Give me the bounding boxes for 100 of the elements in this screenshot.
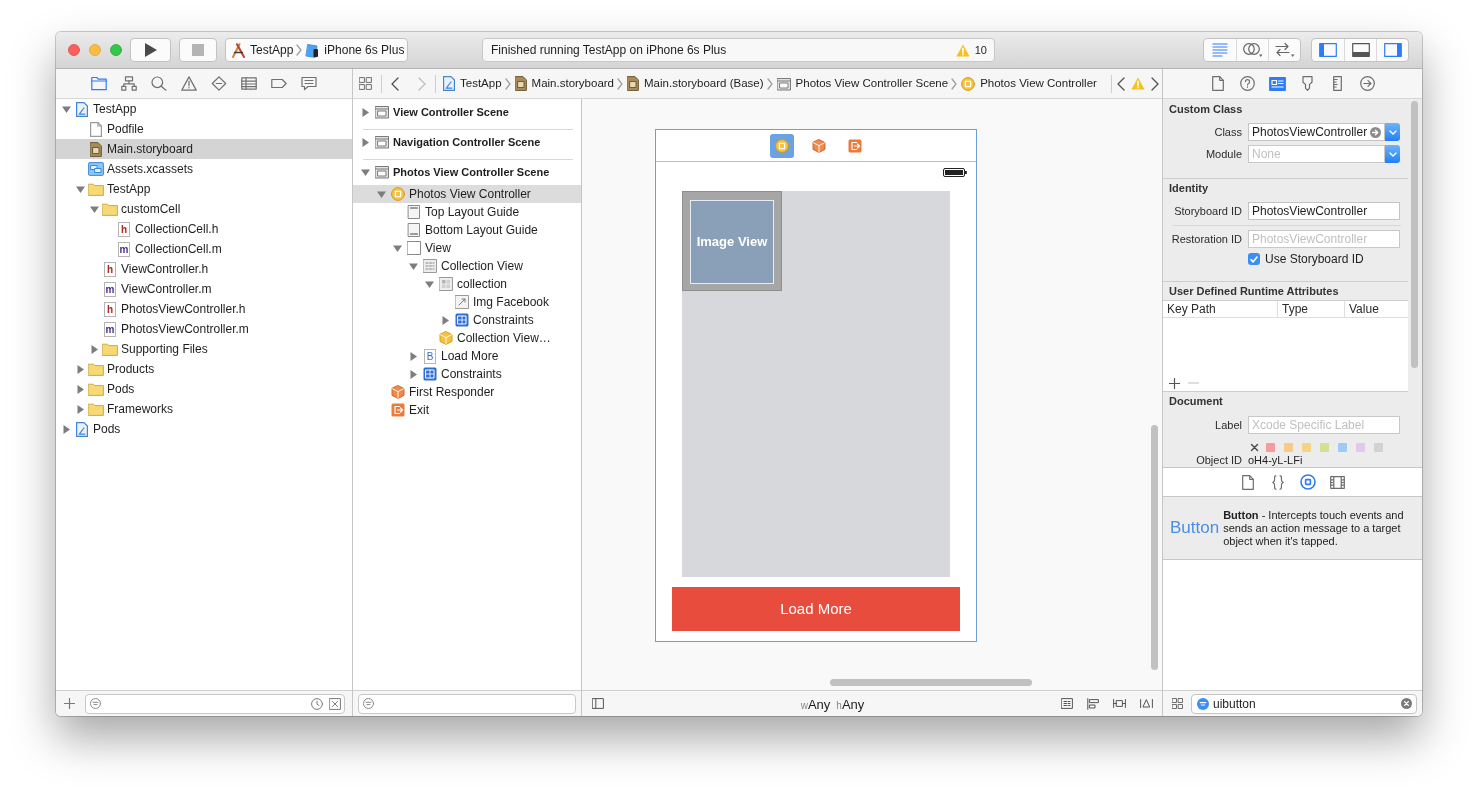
disclosure-triangle-icon[interactable] xyxy=(62,104,71,114)
navigator-item[interactable]: Frameworks xyxy=(56,399,352,419)
checkbox[interactable] xyxy=(1248,253,1260,265)
color-swatch[interactable] xyxy=(1374,443,1383,452)
back-icon[interactable] xyxy=(391,76,399,91)
disclosure-triangle-icon[interactable] xyxy=(409,261,418,271)
scrollbar-thumb[interactable] xyxy=(1151,425,1158,670)
filter-field[interactable] xyxy=(85,693,345,714)
dropdown-button[interactable] xyxy=(1385,145,1400,163)
disclosure-triangle-icon[interactable] xyxy=(361,137,370,147)
outline-item[interactable]: collection xyxy=(353,275,581,293)
id-card-icon[interactable] xyxy=(1269,76,1286,91)
breadcrumb-item[interactable]: Photos View Controller Scene xyxy=(776,74,949,93)
align-icon[interactable] xyxy=(1087,697,1099,710)
plus-icon[interactable] xyxy=(1169,377,1180,389)
breadcrumb-item[interactable]: Main.storyboard xyxy=(514,74,615,93)
ruler-icon[interactable] xyxy=(1333,76,1342,91)
scrollbar-thumb[interactable] xyxy=(830,679,1032,686)
disclosure-triangle-icon[interactable] xyxy=(393,243,402,253)
restoration-id-field[interactable]: PhotosViewController xyxy=(1248,230,1400,248)
scrollbar-thumb[interactable] xyxy=(1411,101,1418,368)
disclosure-triangle-icon[interactable] xyxy=(76,404,85,414)
column-header[interactable]: Value xyxy=(1345,301,1408,317)
close-icon[interactable] xyxy=(68,44,80,56)
navigator-item[interactable]: Pods xyxy=(56,379,352,399)
scene-item[interactable]: Navigation Controller Scene xyxy=(353,132,581,152)
navigator-item[interactable]: h ViewController.h xyxy=(56,259,352,279)
film-strip-icon[interactable] xyxy=(1330,475,1345,489)
list-icon[interactable] xyxy=(241,76,257,91)
hierarchy-icon[interactable] xyxy=(121,76,137,91)
navigator-item[interactable]: m PhotosViewController.m xyxy=(56,319,352,339)
navigator-item[interactable]: h CollectionCell.h xyxy=(56,219,352,239)
outline-item[interactable]: First Responder xyxy=(353,383,581,401)
scheme-popup[interactable]: TestApp iPhone 6s Plus xyxy=(225,38,408,62)
grid-icon[interactable] xyxy=(1172,698,1183,709)
cube-icon[interactable] xyxy=(812,138,826,153)
size-class-height[interactable]: hAny xyxy=(836,691,865,716)
color-swatch[interactable] xyxy=(1338,443,1347,452)
breadcrumb-item[interactable]: TestApp xyxy=(443,74,502,93)
navigator-item[interactable]: Products xyxy=(56,359,352,379)
color-swatch[interactable] xyxy=(1302,443,1311,452)
document-icon[interactable] xyxy=(1241,474,1254,490)
outline-item[interactable]: Bottom Layout Guide xyxy=(353,221,581,239)
outline-item[interactable]: Collection View… xyxy=(353,329,581,347)
disclosure-triangle-icon[interactable] xyxy=(76,184,85,194)
scene-item[interactable]: Photos View Controller Scene xyxy=(353,162,581,182)
size-class-width[interactable]: wAny xyxy=(800,691,831,716)
dropdown-button[interactable] xyxy=(1385,123,1400,141)
stack-icon[interactable] xyxy=(1061,698,1073,709)
library-detail[interactable]: Button Button - Intercepts touch events and sends an action message to a target object when it's tapped. xyxy=(1163,497,1422,560)
disclosure-triangle-icon[interactable] xyxy=(425,279,434,289)
diamond-icon[interactable] xyxy=(211,76,227,91)
filter-field[interactable] xyxy=(358,693,576,714)
target-icon[interactable] xyxy=(1299,474,1316,490)
color-swatch[interactable] xyxy=(1320,443,1329,452)
disclosure-triangle-icon[interactable] xyxy=(76,364,85,374)
load-more-button[interactable]: Load More xyxy=(672,587,960,631)
run-button[interactable] xyxy=(130,38,171,62)
disclosure-triangle-icon[interactable] xyxy=(409,369,418,379)
arrow-circle-icon[interactable] xyxy=(1360,76,1375,91)
exit-icon[interactable] xyxy=(848,138,862,153)
outline-item[interactable]: Constraints xyxy=(353,311,581,329)
checkbox-label[interactable]: Use Storyboard ID xyxy=(1265,250,1364,268)
column-header[interactable]: Key Path xyxy=(1163,301,1278,317)
label-field[interactable]: Xcode Specific Label xyxy=(1248,416,1400,434)
speech-bubble-icon[interactable] xyxy=(301,76,317,91)
disclosure-triangle-icon[interactable] xyxy=(62,424,71,434)
breadcrumb-item[interactable]: Photos View Controller xyxy=(961,74,1097,93)
search-icon[interactable] xyxy=(151,76,167,91)
outline-item[interactable]: Top Layout Guide xyxy=(353,203,581,221)
document-icon[interactable] xyxy=(1211,76,1224,91)
outline-item[interactable]: B Load More xyxy=(353,347,581,365)
arrow-circle-icon[interactable] xyxy=(1370,126,1381,138)
breadcrumb-item[interactable]: Main.storyboard (Base) xyxy=(627,74,764,93)
module-field[interactable]: None xyxy=(1248,145,1385,163)
disclosure-triangle-icon[interactable] xyxy=(409,351,418,361)
resolve-icon[interactable] xyxy=(1140,698,1153,709)
outline-item[interactable]: Constraints xyxy=(353,365,581,383)
x-icon[interactable] xyxy=(1250,443,1259,452)
next-issue-icon[interactable] xyxy=(1151,76,1159,91)
view-controller-icon[interactable] xyxy=(770,133,794,158)
navigator-item[interactable]: Assets.xcassets xyxy=(56,159,352,179)
warning-count[interactable]: 10 xyxy=(974,41,987,59)
navigator-item[interactable]: TestApp xyxy=(56,99,352,119)
outline-item[interactable]: Exit xyxy=(353,401,581,419)
iphone-scene[interactable]: Image View Load More xyxy=(655,129,977,642)
disclosure-triangle-icon[interactable] xyxy=(441,315,450,325)
navigator-item[interactable]: Pods xyxy=(56,419,352,439)
disclosure-triangle-icon[interactable] xyxy=(76,384,85,394)
clock-icon[interactable] xyxy=(311,697,323,710)
clear-icon[interactable] xyxy=(1401,698,1412,709)
run-destination[interactable]: iPhone 6s Plus xyxy=(324,41,405,59)
disclosure-triangle-icon[interactable] xyxy=(361,107,370,117)
scheme-name[interactable]: TestApp xyxy=(250,41,294,59)
pin-icon[interactable] xyxy=(1113,698,1126,709)
grid-icon[interactable] xyxy=(359,77,372,90)
previous-issue-icon[interactable] xyxy=(1117,76,1125,91)
navigator-item[interactable]: Podfile xyxy=(56,119,352,139)
navigator-item[interactable]: customCell xyxy=(56,199,352,219)
navigator-item[interactable]: TestApp xyxy=(56,179,352,199)
